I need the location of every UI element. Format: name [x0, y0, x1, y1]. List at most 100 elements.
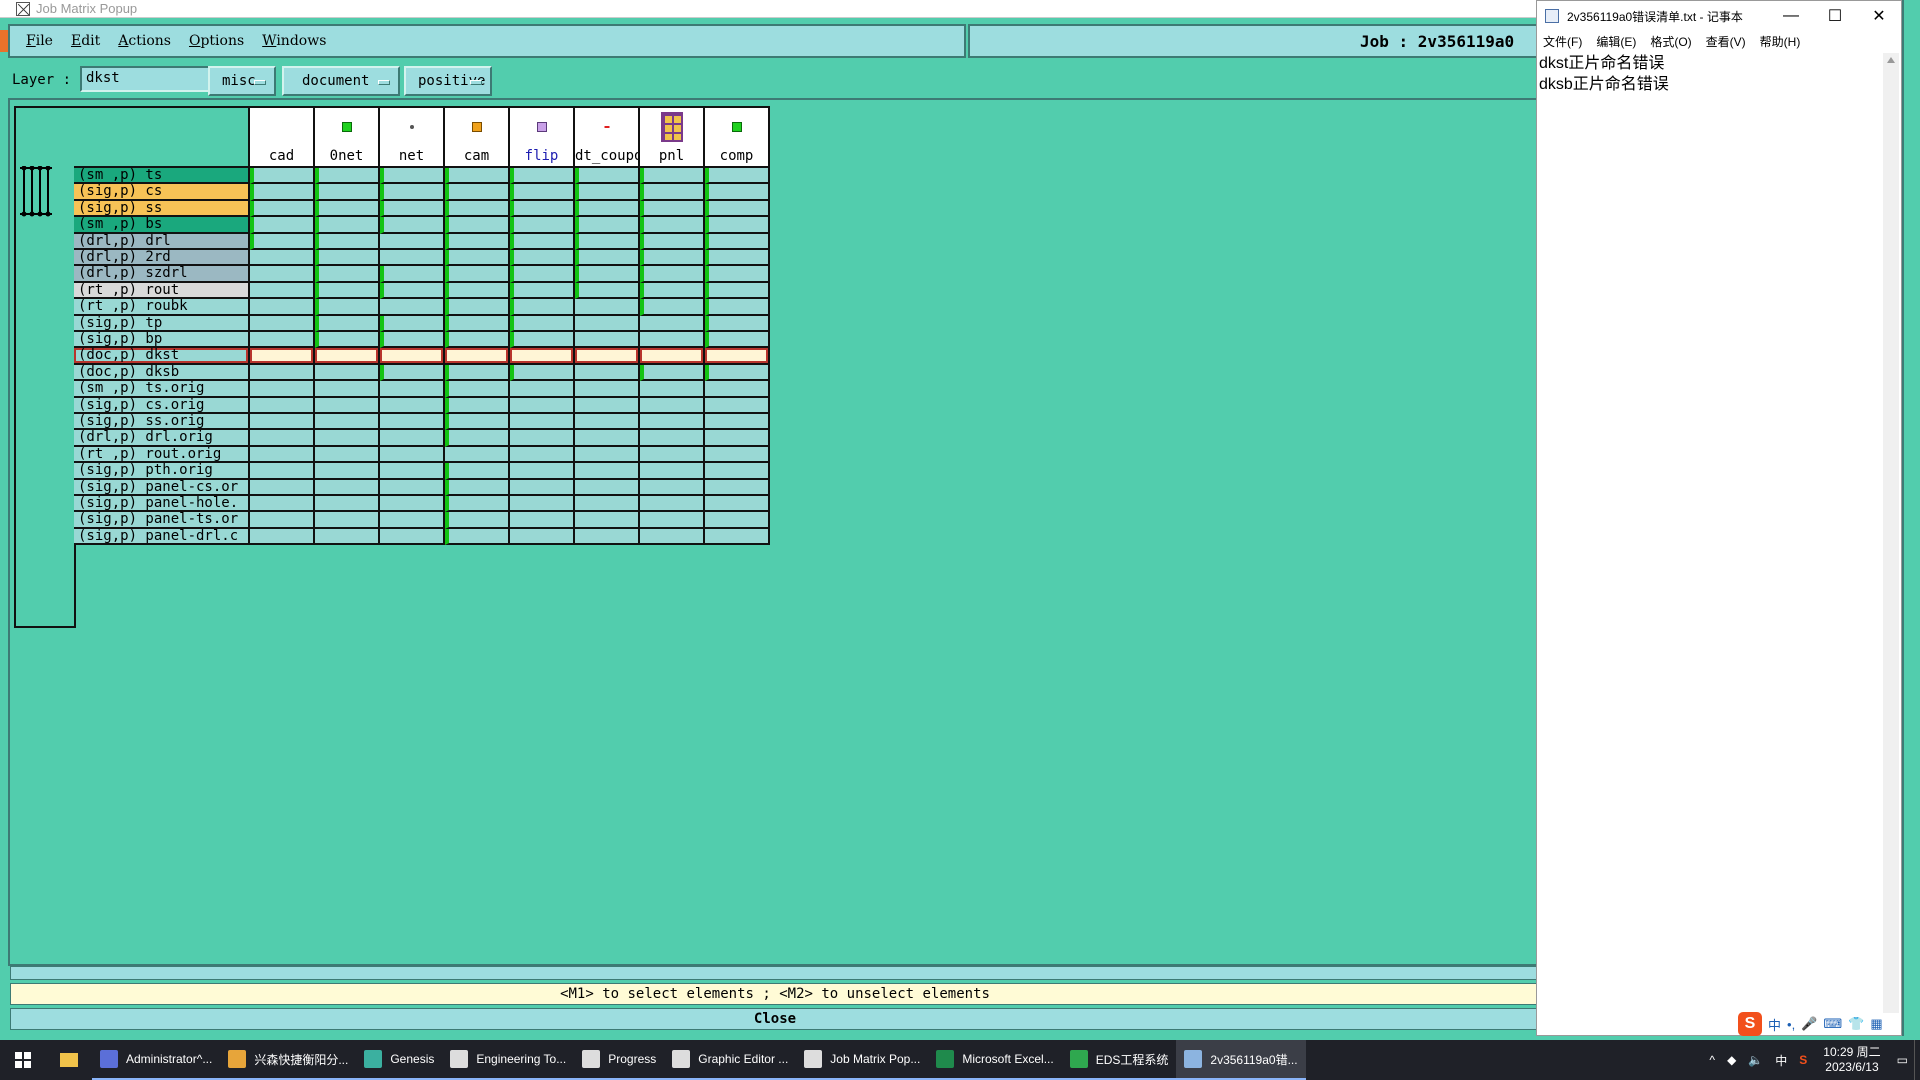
- matrix-cell[interactable]: [445, 315, 510, 332]
- show-desktop-button[interactable]: [1914, 1040, 1920, 1080]
- matrix-cell[interactable]: [250, 496, 315, 513]
- taskbar-app-button[interactable]: 兴森快捷衡阳分...: [220, 1040, 357, 1080]
- matrix-cell[interactable]: [640, 446, 705, 464]
- matrix-cell[interactable]: [315, 250, 380, 267]
- matrix-cell[interactable]: [445, 282, 510, 300]
- horizontal-scrollbar[interactable]: [10, 966, 1540, 980]
- matrix-cell[interactable]: [640, 430, 705, 447]
- matrix-cell[interactable]: [445, 266, 510, 283]
- matrix-cell[interactable]: [315, 446, 380, 464]
- matrix-cell[interactable]: [445, 430, 510, 447]
- matrix-cell[interactable]: [315, 397, 380, 414]
- layer-row-label[interactable]: (rt ,p) rout.orig: [74, 446, 250, 464]
- matrix-cell[interactable]: [575, 184, 640, 201]
- matrix-cell[interactable]: [575, 463, 640, 480]
- matrix-cell[interactable]: [250, 381, 315, 398]
- taskbar-app-button[interactable]: 2v356119a0错...: [1176, 1040, 1306, 1080]
- matrix-cell[interactable]: [575, 528, 640, 546]
- menu-file[interactable]: File: [26, 33, 53, 49]
- matrix-cell[interactable]: [640, 250, 705, 267]
- matrix-cell[interactable]: [445, 463, 510, 480]
- matrix-cell[interactable]: [250, 528, 315, 546]
- matrix-cell[interactable]: [640, 348, 705, 365]
- matrix-cell[interactable]: [445, 348, 510, 365]
- matrix-cell[interactable]: [640, 397, 705, 414]
- column-header-2[interactable]: net: [380, 106, 445, 168]
- close-window-button[interactable]: ✕: [1857, 1, 1901, 31]
- matrix-cell[interactable]: [575, 397, 640, 414]
- close-button[interactable]: Close: [10, 1008, 1540, 1030]
- matrix-cell[interactable]: [315, 332, 380, 349]
- matrix-cell[interactable]: [640, 282, 705, 300]
- minimize-button[interactable]: —: [1769, 1, 1813, 31]
- layer-row-label[interactable]: (sig,p) panel-ts.or: [74, 512, 250, 529]
- matrix-cell[interactable]: [705, 430, 770, 447]
- matrix-cell[interactable]: [250, 282, 315, 300]
- column-header-3[interactable]: cam: [445, 106, 510, 168]
- layer-row-label[interactable]: (sm ,p) bs: [74, 217, 250, 234]
- matrix-cell[interactable]: [640, 496, 705, 513]
- matrix-cell[interactable]: [445, 397, 510, 414]
- layer-row-label[interactable]: (drl,p) szdrl: [74, 266, 250, 283]
- layer-row-label[interactable]: (sig,p) ss: [74, 200, 250, 218]
- matrix-cell[interactable]: [640, 381, 705, 398]
- matrix-cell[interactable]: [705, 184, 770, 201]
- notepad-menu-item[interactable]: 文件(F): [1543, 33, 1582, 50]
- file-explorer-button[interactable]: [46, 1040, 92, 1080]
- tray-sogou-icon[interactable]: S: [1799, 1053, 1807, 1067]
- tray-overflow-icon[interactable]: ^: [1709, 1053, 1715, 1067]
- matrix-cell[interactable]: [315, 299, 380, 316]
- layer-row-label[interactable]: (sig,p) cs: [74, 184, 250, 201]
- matrix-cell[interactable]: [640, 315, 705, 332]
- matrix-cell[interactable]: [640, 200, 705, 218]
- system-clock[interactable]: 10:29 周二 2023/6/13: [1823, 1045, 1880, 1075]
- matrix-cell[interactable]: [510, 184, 575, 201]
- matrix-cell[interactable]: [575, 512, 640, 529]
- maximize-button[interactable]: ☐: [1813, 1, 1857, 31]
- matrix-cell[interactable]: [705, 299, 770, 316]
- matrix-cell[interactable]: [315, 414, 380, 431]
- matrix-cell[interactable]: [640, 364, 705, 382]
- matrix-cell[interactable]: [380, 168, 445, 185]
- matrix-cell[interactable]: [315, 348, 380, 365]
- matrix-cell[interactable]: [705, 168, 770, 185]
- taskbar-app-button[interactable]: Genesis: [356, 1040, 443, 1080]
- matrix-cell[interactable]: [250, 168, 315, 185]
- matrix-cell[interactable]: [705, 479, 770, 496]
- matrix-cell[interactable]: [380, 463, 445, 480]
- matrix-cell[interactable]: [510, 512, 575, 529]
- matrix-cell[interactable]: [380, 364, 445, 382]
- matrix-cell[interactable]: [380, 430, 445, 447]
- polarity-combo[interactable]: positive: [404, 66, 492, 96]
- matrix-cell[interactable]: [380, 446, 445, 464]
- layer-row-label[interactable]: (sig,p) panel-drl.c: [74, 528, 250, 546]
- taskbar-app-button[interactable]: Job Matrix Pop...: [796, 1040, 929, 1080]
- matrix-cell[interactable]: [575, 479, 640, 496]
- matrix-cell[interactable]: [315, 184, 380, 201]
- matrix-cell[interactable]: [705, 381, 770, 398]
- matrix-cell[interactable]: [380, 282, 445, 300]
- grid-menu-icon[interactable]: ▦: [1870, 1016, 1882, 1032]
- layer-row-label[interactable]: (drl,p) drl.orig: [74, 430, 250, 447]
- matrix-cell[interactable]: [510, 266, 575, 283]
- layer-row-label[interactable]: (doc,p) dkst: [74, 348, 250, 365]
- matrix-cell[interactable]: [575, 414, 640, 431]
- matrix-cell[interactable]: [510, 414, 575, 431]
- matrix-cell[interactable]: [445, 299, 510, 316]
- notepad-menu-item[interactable]: 查看(V): [1706, 33, 1746, 50]
- skin-icon[interactable]: 👕: [1848, 1016, 1864, 1032]
- matrix-cell[interactable]: [250, 414, 315, 431]
- notepad-menu-item[interactable]: 编辑(E): [1596, 33, 1636, 50]
- matrix-cell[interactable]: [380, 217, 445, 234]
- sogou-ime-icon[interactable]: S: [1738, 1012, 1762, 1036]
- matrix-cell[interactable]: [640, 463, 705, 480]
- matrix-cell[interactable]: [640, 479, 705, 496]
- matrix-cell[interactable]: [510, 200, 575, 218]
- matrix-cell[interactable]: [445, 528, 510, 546]
- matrix-cell[interactable]: [640, 299, 705, 316]
- matrix-cell[interactable]: [380, 496, 445, 513]
- matrix-cell[interactable]: [250, 463, 315, 480]
- matrix-cell[interactable]: [705, 364, 770, 382]
- matrix-cell[interactable]: [705, 266, 770, 283]
- matrix-cell[interactable]: [315, 282, 380, 300]
